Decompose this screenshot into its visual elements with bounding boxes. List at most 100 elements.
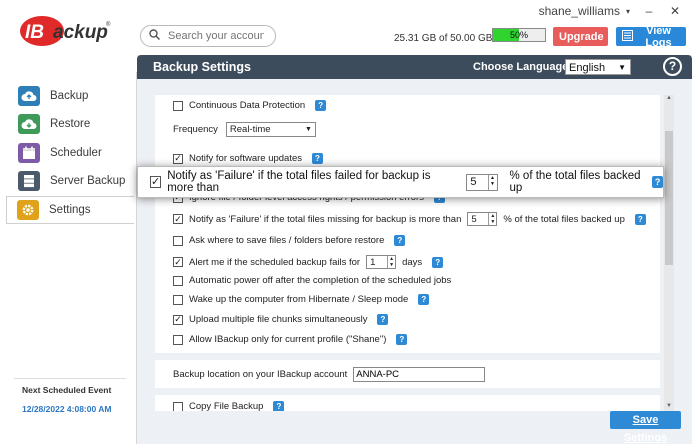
page-title: Backup Settings <box>153 60 251 74</box>
missing-files-stepper[interactable]: 5 ▲ ▼ <box>467 212 498 226</box>
setting-power-off: Automatic power off after the completion… <box>173 275 451 286</box>
scheduler-icon <box>18 143 40 163</box>
sidebar-item-label: Backup <box>50 90 89 102</box>
alert-days-stepper[interactable]: 1 ▲ ▼ <box>366 255 397 269</box>
backup-location-label: Backup location on your IBackup account <box>173 368 348 380</box>
sidebar-item-label: Server Backup <box>50 175 126 187</box>
setting-frequency: Frequency Real-time ▼ <box>173 122 316 137</box>
storage-usage-percent: 50% <box>509 30 528 40</box>
help-icon[interactable]: ? <box>396 334 408 345</box>
help-icon[interactable]: ? <box>312 153 323 164</box>
missing-files-checkbox[interactable]: ✓ <box>173 214 183 224</box>
scrollbar-thumb[interactable] <box>665 131 673 265</box>
sidebar-item-settings[interactable]: Settings <box>6 196 134 224</box>
power-off-checkbox[interactable] <box>173 275 183 286</box>
upload-chunks-label: Upload multiple file chunks simultaneous… <box>189 314 368 325</box>
svg-text:ackup: ackup <box>53 22 108 43</box>
search-box[interactable] <box>140 25 276 47</box>
help-icon[interactable]: ? <box>634 213 646 225</box>
failed-files-checkbox[interactable]: ✓ <box>150 176 162 188</box>
backup-settings-panel: Backup Settings Choose Language English … <box>137 55 692 444</box>
panel-header: Backup Settings Choose Language English … <box>137 55 692 79</box>
scroll-up-icon[interactable]: ▲ <box>664 95 674 105</box>
minimize-icon[interactable]: – <box>642 4 656 18</box>
power-off-label: Automatic power off after the completion… <box>189 275 452 286</box>
upload-chunks-checkbox[interactable]: ✓ <box>173 314 183 325</box>
window-controls: shane_williams ▾ – ✕ <box>539 4 682 18</box>
sidebar-item-label: Settings <box>49 204 91 216</box>
gear-icon <box>17 200 39 220</box>
user-name: shane_williams <box>538 4 620 18</box>
setting-cdp: Continuous Data Protection ? <box>173 100 327 111</box>
ask-where-checkbox[interactable] <box>173 235 183 246</box>
user-menu[interactable]: shane_williams ▾ <box>539 4 630 18</box>
next-scheduled-event-label: Next Scheduled Event <box>22 385 112 395</box>
help-icon[interactable]: ? <box>663 57 682 76</box>
sidebar-item-backup[interactable]: Backup <box>8 82 136 110</box>
help-icon[interactable]: ? <box>432 256 444 268</box>
server-icon <box>18 171 40 191</box>
failed-files-stepper[interactable]: 5 ▲ ▼ <box>466 173 498 191</box>
divider <box>14 378 126 379</box>
wake-label: Wake up the computer from Hibernate / Sl… <box>189 294 409 305</box>
language-label: Choose Language <box>473 61 569 73</box>
missing-files-value: 5 <box>471 213 477 225</box>
restore-cloud-icon <box>18 114 40 134</box>
svg-text:IB: IB <box>25 22 44 43</box>
sidebar-item-restore[interactable]: Restore <box>8 110 136 138</box>
setting-alert-fails: ✓ Alert me if the scheduled backup fails… <box>173 255 444 269</box>
chevron-down-icon: ▼ <box>304 126 312 133</box>
next-scheduled-event-date[interactable]: 12/28/2022 4:08:00 AM <box>22 404 111 414</box>
sidebar-item-server-backup[interactable]: Server Backup <box>8 167 136 195</box>
setting-wake: Wake up the computer from Hibernate / Sl… <box>173 294 430 305</box>
failed-files-value: 5 <box>470 176 477 188</box>
sidebar-item-scheduler[interactable]: Scheduler <box>8 139 136 167</box>
cdp-checkbox[interactable] <box>173 100 183 111</box>
missing-files-suffix: % of the total files backed up <box>503 213 625 225</box>
setting-allow-profile: Allow IBackup only for current profile (… <box>173 334 408 345</box>
search-input[interactable] <box>166 29 266 43</box>
save-settings-label: Save Settings <box>623 414 668 444</box>
sidebar-item-label: Restore <box>50 118 91 130</box>
backup-location-input[interactable] <box>353 366 486 382</box>
upgrade-button[interactable]: Upgrade <box>553 27 608 46</box>
close-icon[interactable]: ✕ <box>668 4 682 18</box>
search-icon <box>149 29 161 43</box>
chevron-down-icon: ▾ <box>625 6 630 16</box>
alert-days-suffix: days <box>402 256 423 268</box>
allow-profile-checkbox[interactable] <box>173 334 183 345</box>
logs-icon <box>622 29 633 44</box>
stepper-arrows-icon[interactable]: ▲ ▼ <box>387 256 395 268</box>
notify-updates-checkbox[interactable]: ✓ <box>173 153 183 164</box>
stepper-arrows-icon[interactable]: ▲ ▼ <box>487 174 497 190</box>
missing-files-label: Notify as 'Failure' if the total files m… <box>189 213 462 225</box>
sidebar-item-label: Scheduler <box>50 147 102 159</box>
help-icon[interactable]: ? <box>273 401 285 411</box>
ibackup-logo: IB ackup ® <box>20 14 112 48</box>
help-icon[interactable]: ? <box>652 176 664 188</box>
language-select[interactable]: English ▼ <box>565 59 631 75</box>
help-icon[interactable]: ? <box>377 314 389 325</box>
frequency-label: Frequency <box>173 124 218 135</box>
frequency-value: Real-time <box>229 124 271 135</box>
setting-upload-chunks: ✓ Upload multiple file chunks simultaneo… <box>173 314 389 325</box>
more-settings-box: Copy File Backup ? <box>155 395 660 411</box>
view-logs-label: View Logs <box>645 24 672 49</box>
backup-location-row: Backup location on your IBackup account <box>155 360 660 388</box>
alert-fails-checkbox[interactable]: ✓ <box>173 257 183 267</box>
notify-updates-label: Notify for software updates <box>189 153 302 164</box>
help-icon[interactable]: ? <box>418 294 430 305</box>
wake-checkbox[interactable] <box>173 294 183 305</box>
view-logs-button[interactable]: View Logs <box>616 24 686 49</box>
frequency-select[interactable]: Real-time ▼ <box>225 122 316 137</box>
setting-copy-file-backup: Copy File Backup ? <box>173 401 285 411</box>
copy-file-backup-label: Copy File Backup <box>189 401 264 411</box>
help-icon[interactable]: ? <box>394 235 406 246</box>
failed-files-label: Notify as 'Failure' if the total files f… <box>167 170 431 194</box>
save-settings-button[interactable]: Save Settings <box>610 411 681 444</box>
alert-fails-label: Alert me if the scheduled backup fails f… <box>189 256 361 268</box>
copy-file-backup-checkbox[interactable] <box>173 401 183 411</box>
failed-files-suffix: % of the total files backed up <box>509 170 641 194</box>
stepper-arrows-icon[interactable]: ▲ ▼ <box>488 213 496 225</box>
help-icon[interactable]: ? <box>315 100 327 111</box>
